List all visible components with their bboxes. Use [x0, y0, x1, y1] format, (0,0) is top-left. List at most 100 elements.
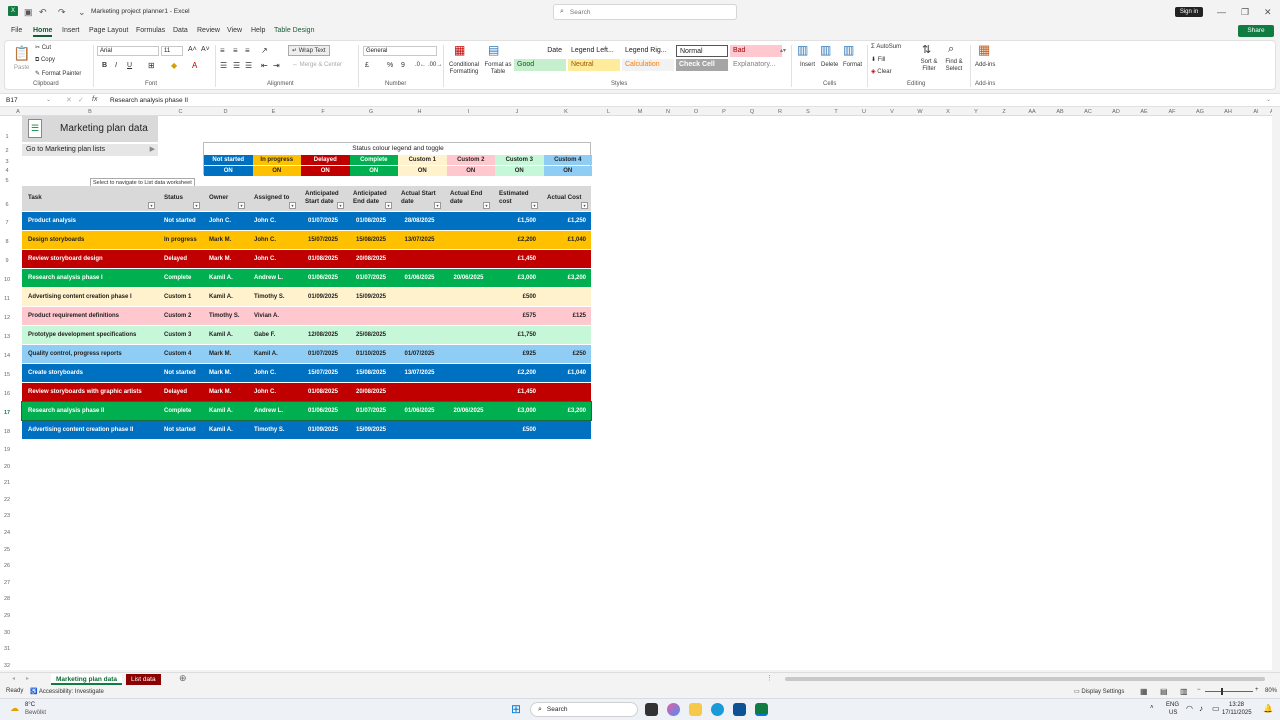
cell-ant-end[interactable] — [347, 307, 395, 325]
copilot-icon[interactable] — [667, 703, 680, 716]
cell-task[interactable]: Review storyboards with graphic artists — [22, 383, 158, 401]
column-header-v[interactable]: V — [878, 108, 906, 116]
column-header-r[interactable]: R — [766, 108, 794, 116]
increase-font-icon[interactable]: A˄ — [188, 46, 197, 53]
cell-ant-start[interactable]: 01/08/2025 — [299, 383, 347, 401]
cell-ant-start[interactable]: 12/08/2025 — [299, 326, 347, 344]
cell-act-start[interactable]: 28/08/2025 — [395, 212, 444, 230]
cell-owner[interactable]: Mark M. — [203, 250, 248, 268]
cell-owner[interactable]: Mark M. — [203, 383, 248, 401]
autosum-button[interactable]: Σ AutoSum — [871, 44, 901, 50]
tray-chevron-icon[interactable]: ˄ — [1150, 705, 1154, 711]
sort-filter-icon[interactable]: ⇅ — [922, 43, 931, 56]
align-top-icon[interactable]: ≡ — [220, 46, 225, 55]
taskbar-search[interactable]: ⌕ Search — [530, 702, 638, 717]
excel-taskbar-icon[interactable] — [755, 703, 768, 716]
column-header-q[interactable]: Q — [738, 108, 766, 116]
tab-view[interactable]: View — [227, 27, 242, 34]
page-layout-view-icon[interactable]: ▤ — [1160, 687, 1168, 696]
align-right-icon[interactable]: ☰ — [245, 61, 252, 70]
currency-icon[interactable]: £ — [365, 62, 369, 69]
language-indicator[interactable]: ENG — [1166, 702, 1179, 708]
cell-act-end[interactable] — [444, 212, 493, 230]
cell-act-end[interactable]: 20/06/2025 — [444, 269, 493, 287]
row-header-14[interactable]: 14 — [0, 353, 14, 359]
cell-assigned[interactable]: John C. — [248, 250, 299, 268]
cell-ant-start[interactable]: 01/06/2025 — [299, 269, 347, 287]
cell-act-start[interactable] — [395, 307, 444, 325]
fx-label[interactable]: fx — [92, 96, 97, 103]
zoom-in-icon[interactable]: + — [1255, 687, 1259, 693]
cell-act-end[interactable] — [444, 307, 493, 325]
cell-status[interactable]: Delayed — [158, 383, 203, 401]
column-header-u[interactable]: U — [850, 108, 878, 116]
cut-button[interactable]: ✂ Cut — [35, 44, 51, 51]
row-header-1[interactable]: 1 — [0, 134, 14, 140]
addins-button[interactable]: Add-ins — [975, 62, 995, 68]
legend-toggle[interactable]: ON — [446, 166, 495, 176]
comma-icon[interactable]: 9 — [401, 62, 405, 69]
orientation-icon[interactable]: ↗ — [261, 46, 268, 55]
align-bottom-icon[interactable]: ≡ — [245, 46, 250, 55]
legend-toggle[interactable]: ON — [543, 166, 592, 176]
table-row[interactable]: Advertising content creation phase I Cust… — [22, 288, 591, 306]
wrap-text-button[interactable]: ↵ Wrap Text — [288, 45, 330, 56]
format-painter-button[interactable]: ✎ Format Painter — [35, 70, 81, 77]
cell-ant-end[interactable]: 15/08/2025 — [347, 231, 395, 249]
delete-cells-icon[interactable]: ▥ — [820, 43, 831, 57]
cell-task[interactable]: Research analysis phase II — [22, 402, 158, 420]
column-header-o[interactable]: O — [682, 108, 710, 116]
table-row[interactable]: Product analysis Not started John C. John C… — [22, 212, 591, 230]
sheet-tab-marketing-plan-data[interactable]: Marketing plan data — [51, 674, 123, 685]
column-header-p[interactable]: P — [710, 108, 738, 116]
cell-est[interactable]: £1,450 — [493, 383, 541, 401]
column-header-i[interactable]: I — [444, 108, 493, 116]
goto-lists-button[interactable]: Go to Marketing plan lists ▶ — [22, 144, 158, 156]
column-header-g[interactable]: G — [347, 108, 395, 116]
cell-est[interactable]: £3,000 — [493, 402, 541, 420]
style-good[interactable]: Good — [514, 59, 566, 71]
wifi-icon[interactable]: ◠ — [1186, 704, 1193, 713]
fill-button[interactable]: ⬇ Fill — [871, 56, 885, 63]
cell-assigned[interactable]: John C. — [248, 364, 299, 382]
row-header-10[interactable]: 10 — [0, 277, 14, 283]
cell-act[interactable]: £3,200 — [541, 402, 591, 420]
cell-ant-end[interactable]: 25/08/2025 — [347, 326, 395, 344]
cell-ant-end[interactable]: 01/07/2025 — [347, 269, 395, 287]
font-size-select[interactable]: 11 — [161, 46, 183, 56]
cell-ant-start[interactable] — [299, 307, 347, 325]
cell-task[interactable]: Create storyboards — [22, 364, 158, 382]
save-icon[interactable]: ▣ — [24, 7, 33, 18]
row-header-5[interactable]: 5 — [0, 178, 14, 184]
cell-est[interactable]: £1,450 — [493, 250, 541, 268]
cell-est[interactable]: £500 — [493, 288, 541, 306]
filter-dropdown-icon[interactable]: ▾ — [289, 202, 296, 209]
cell-est[interactable]: £500 — [493, 421, 541, 439]
cell-ant-start[interactable]: 01/07/2025 — [299, 345, 347, 363]
cell-assigned[interactable]: Timothy S. — [248, 421, 299, 439]
cell-status[interactable]: Custom 1 — [158, 288, 203, 306]
prev-sheet-icon[interactable]: ◂ — [12, 675, 15, 682]
percent-icon[interactable]: % — [387, 62, 393, 69]
format-as-table-button[interactable]: Format as Table — [483, 62, 513, 76]
align-center-icon[interactable]: ☰ — [233, 61, 240, 70]
edge-icon[interactable] — [711, 703, 724, 716]
tab-insert[interactable]: Insert — [62, 27, 80, 34]
increase-decimal-icon[interactable]: .0← — [415, 62, 426, 68]
filter-dropdown-icon[interactable]: ▾ — [581, 202, 588, 209]
italic-button[interactable]: I — [115, 62, 117, 69]
decrease-decimal-icon[interactable]: .00→ — [428, 62, 442, 68]
legend-toggle[interactable]: ON — [301, 166, 350, 176]
cell-assigned[interactable]: Vivian A. — [248, 307, 299, 325]
cell-owner[interactable]: John C. — [203, 212, 248, 230]
cell-status[interactable]: Delayed — [158, 250, 203, 268]
indent-icon[interactable]: ⇤ — [261, 61, 268, 70]
cell-ant-end[interactable]: 01/08/2025 — [347, 212, 395, 230]
table-row[interactable]: Research analysis phase I Complete Kamil A… — [22, 269, 591, 287]
tab-table-design[interactable]: Table Design — [274, 27, 314, 34]
expand-formula-icon[interactable]: ⌄ — [1266, 96, 1271, 103]
tab-help[interactable]: Help — [251, 27, 265, 34]
accessibility-status[interactable]: ♿ Accessibility: Investigate — [30, 688, 104, 695]
row-header-19[interactable]: 19 — [0, 447, 14, 453]
cell-status[interactable]: Custom 2 — [158, 307, 203, 325]
